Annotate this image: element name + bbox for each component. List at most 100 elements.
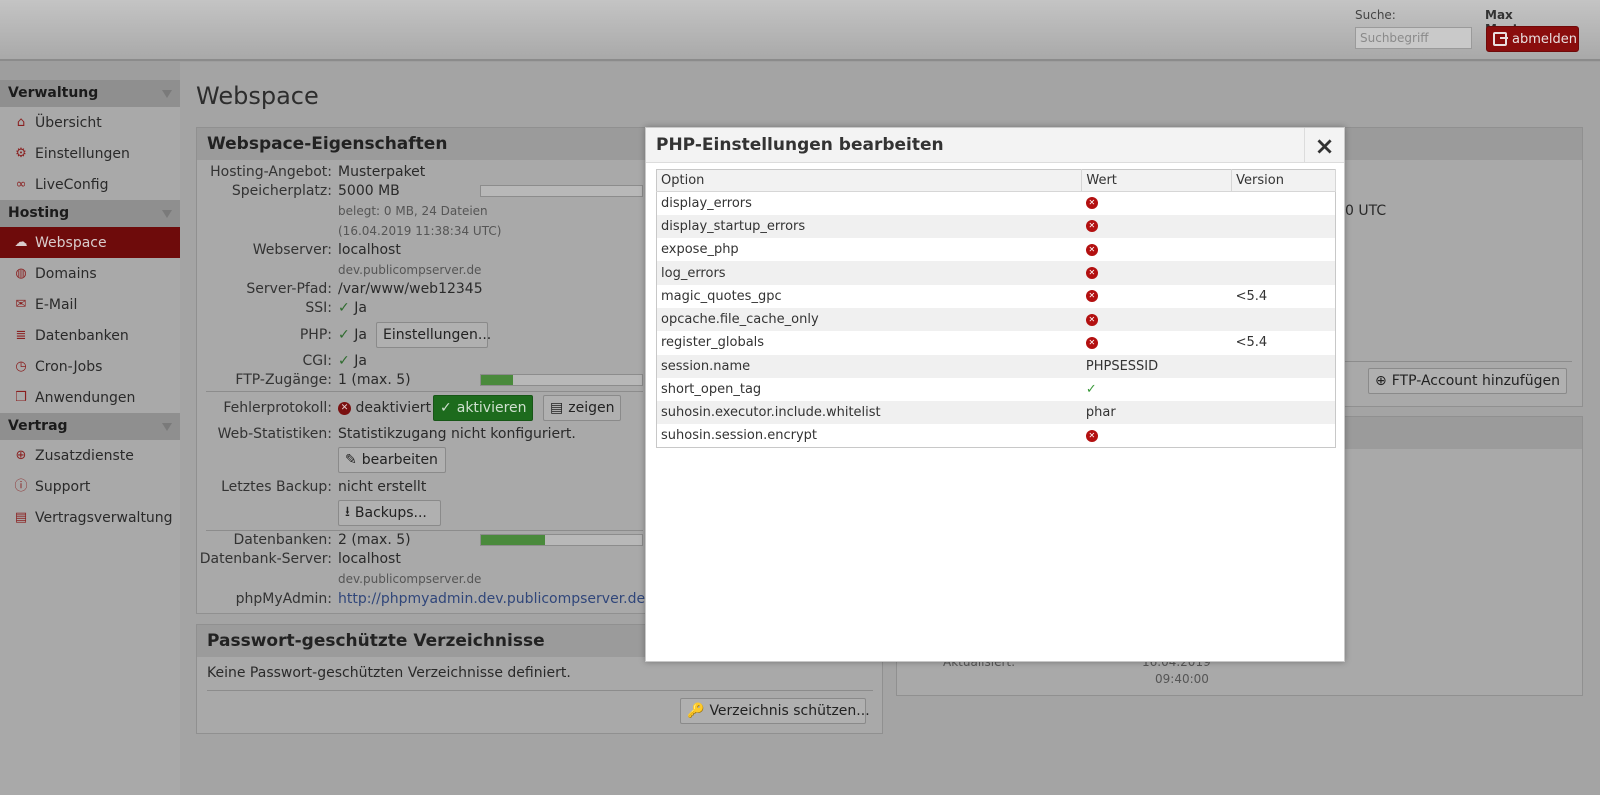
- table-row[interactable]: session.name PHPSESSID: [656, 354, 1336, 378]
- databases-value: 2 (max. 5): [338, 532, 411, 548]
- disabled-icon: ✕: [1085, 220, 1098, 233]
- table-row[interactable]: magic_quotes_gpc ✕ <5.4: [656, 284, 1336, 308]
- sidebar-item-label: Support: [35, 478, 91, 495]
- option-cell: magic_quotes_gpc: [656, 284, 1082, 308]
- sidebar-section-hosting[interactable]: Hosting: [0, 200, 180, 227]
- show-log-button[interactable]: ▤ zeigen: [543, 395, 621, 421]
- value-cell[interactable]: ✕: [1081, 191, 1232, 215]
- sidebar-item-datenbanken[interactable]: ≣ Datenbanken: [0, 320, 180, 351]
- table-row[interactable]: suhosin.executor.include.whitelist phar: [656, 401, 1336, 425]
- dbserver-label: Datenbank-Server:: [199, 551, 332, 567]
- databases-progress-bar: [480, 534, 643, 546]
- cgi-label: CGI:: [302, 353, 332, 369]
- stats-label: Web-Statistiken:: [217, 426, 332, 442]
- sidebar-item-email[interactable]: ✉ E-Mail: [0, 289, 180, 320]
- value-cell[interactable]: ✓: [1081, 377, 1232, 402]
- option-cell: suhosin.session.encrypt: [656, 424, 1082, 448]
- sidebar-item-uebersicht[interactable]: ⌂ Übersicht: [0, 107, 180, 138]
- dialog-title-text: PHP-Einstellungen bearbeiten: [656, 135, 944, 155]
- value-cell[interactable]: ✕: [1081, 214, 1232, 239]
- column-header-version[interactable]: Version: [1231, 169, 1336, 192]
- option-cell: opcache.file_cache_only: [656, 307, 1082, 332]
- collapse-triangle-icon: [162, 210, 172, 218]
- logout-button[interactable]: abmelden: [1486, 26, 1579, 52]
- table-row[interactable]: display_startup_errors ✕: [656, 214, 1336, 239]
- sidebar-item-label: Einstellungen: [35, 145, 130, 162]
- clipboard-icon: ▤: [14, 509, 28, 525]
- close-icon[interactable]: ×: [1304, 128, 1344, 163]
- protect-directory-button[interactable]: 🔑 Verzeichnis schützen...: [680, 698, 870, 724]
- ssi-value: ✓ Ja: [338, 300, 367, 316]
- databases-progress-fill: [481, 535, 546, 545]
- storage-label: Speicherplatz:: [231, 183, 332, 199]
- sidebar-item-support[interactable]: ⓘ Support: [0, 471, 180, 502]
- sidebar-item-label: Zusatzdienste: [35, 447, 134, 464]
- sidebar-item-domains[interactable]: ◍ Domains: [0, 258, 180, 289]
- table-row[interactable]: expose_php ✕: [656, 238, 1336, 262]
- table-row[interactable]: log_errors ✕: [656, 261, 1336, 285]
- ssi-value-text: Ja: [354, 300, 367, 316]
- value-cell[interactable]: phar: [1081, 401, 1232, 425]
- activate-button[interactable]: ✓ aktivieren: [433, 395, 533, 421]
- value-cell[interactable]: PHPSESSID: [1081, 354, 1232, 378]
- phpmyadmin-link[interactable]: http://phpmyadmin.dev.publicompserver.de…: [338, 591, 650, 607]
- option-cell: expose_php: [656, 238, 1082, 262]
- value-cell[interactable]: ✕: [1081, 284, 1232, 308]
- version-cell: [1231, 377, 1336, 402]
- sidebar-item-anwendungen[interactable]: ❒ Anwendungen: [0, 382, 180, 413]
- php-value: ✓ Ja: [338, 327, 367, 343]
- sidebar-item-label: Domains: [35, 265, 97, 282]
- mail-icon: ✉: [15, 296, 27, 312]
- logout-label: abmelden: [1512, 31, 1577, 47]
- version-cell: [1231, 261, 1336, 285]
- sidebar-item-zusatzdienste[interactable]: ⊕ Zusatzdienste: [0, 440, 180, 471]
- stats-edit-button[interactable]: ✎ bearbeiten: [338, 447, 446, 473]
- sidebar-item-einstellungen[interactable]: ⚙ Einstellungen: [0, 138, 180, 169]
- panel-title: Webspace-Eigenschaften: [197, 128, 682, 160]
- value-cell[interactable]: ✕: [1081, 261, 1232, 285]
- search-label: Suche:: [1355, 8, 1396, 22]
- version-cell: [1231, 214, 1336, 239]
- sidebar-item-cron-jobs[interactable]: ◷ Cron-Jobs: [0, 351, 180, 382]
- value-cell[interactable]: ✕: [1081, 331, 1232, 355]
- sidebar-item-webspace[interactable]: ☁ Webspace: [0, 227, 180, 258]
- sidebar-item-vertragsverwaltung[interactable]: ▤ Vertragsverwaltung: [0, 502, 180, 533]
- column-header-value[interactable]: Wert: [1081, 169, 1233, 192]
- home-icon: ⌂: [16, 114, 26, 130]
- sidebar-item-liveconfig[interactable]: ∞ LiveConfig: [0, 169, 180, 200]
- value-cell[interactable]: ✕: [1081, 307, 1232, 332]
- ftp-value: 1 (max. 5): [338, 372, 411, 388]
- backups-button[interactable]: ⭳ Backups...: [338, 500, 441, 526]
- sidebar-section-verwaltung[interactable]: Verwaltung: [0, 80, 180, 107]
- storage-value: 5000 MB: [338, 183, 400, 199]
- sidebar-section-title: Vertrag: [8, 418, 68, 434]
- link-icon: ∞: [15, 176, 27, 192]
- version-cell: [1231, 238, 1336, 262]
- option-cell: display_startup_errors: [656, 214, 1082, 239]
- sidebar-item-label: E-Mail: [35, 296, 78, 313]
- add-ftp-account-button[interactable]: ⊕ FTP-Account hinzufügen: [1368, 368, 1567, 394]
- collapse-triangle-icon: [162, 90, 172, 98]
- php-value-text: Ja: [354, 327, 367, 343]
- php-settings-label: Einstellungen...: [383, 327, 492, 343]
- disabled-icon: ✕: [1085, 429, 1098, 442]
- plus-circle-icon: ⊕: [1375, 373, 1387, 389]
- sidebar-section-vertrag[interactable]: Vertrag: [0, 413, 180, 440]
- table-row[interactable]: opcache.file_cache_only ✕: [656, 307, 1336, 332]
- option-cell: short_open_tag: [656, 377, 1082, 402]
- table-row[interactable]: short_open_tag ✓: [656, 377, 1336, 402]
- sidebar-item-label: Datenbanken: [35, 327, 129, 344]
- version-cell: [1231, 424, 1336, 448]
- backup-label: Letztes Backup:: [221, 479, 332, 495]
- column-header-option[interactable]: Option: [656, 169, 1083, 192]
- table-row[interactable]: suhosin.session.encrypt ✕: [656, 424, 1336, 448]
- table-row[interactable]: register_globals ✕ <5.4: [656, 331, 1336, 355]
- protected-dirs-text: Keine Passwort-geschützten Verzeichnisse…: [207, 665, 571, 681]
- table-row[interactable]: display_errors ✕: [656, 191, 1336, 215]
- search-input[interactable]: [1355, 27, 1472, 49]
- option-cell: session.name: [656, 354, 1082, 378]
- php-settings-button[interactable]: Einstellungen...: [376, 322, 492, 348]
- value-cell[interactable]: ✕: [1081, 424, 1232, 448]
- value-cell[interactable]: ✕: [1081, 238, 1232, 262]
- dbserver-host: dev.publicompserver.de: [338, 572, 482, 586]
